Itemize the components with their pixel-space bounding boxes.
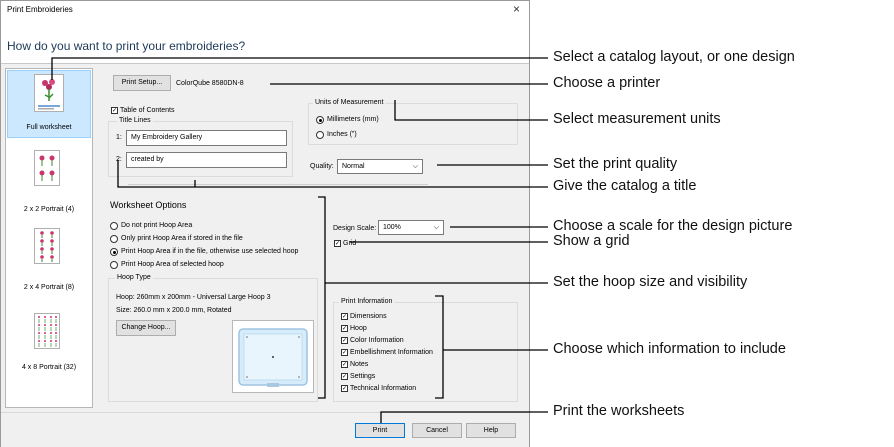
callout-info: Choose which information to include: [553, 341, 786, 357]
callout-hoop: Set the hoop size and visibility: [553, 274, 748, 290]
callout-printer: Choose a printer: [553, 75, 661, 91]
callout-scale: Choose a scale for the design picture: [553, 218, 793, 234]
callout-title: Give the catalog a title: [553, 178, 697, 194]
callout-units: Select measurement units: [553, 111, 721, 127]
callout-print: Print the worksheets: [553, 403, 685, 419]
callout-layout: Select a catalog layout, or one design: [553, 49, 795, 65]
callout-quality: Set the print quality: [553, 156, 678, 172]
callout-grid: Show a grid: [553, 233, 630, 249]
